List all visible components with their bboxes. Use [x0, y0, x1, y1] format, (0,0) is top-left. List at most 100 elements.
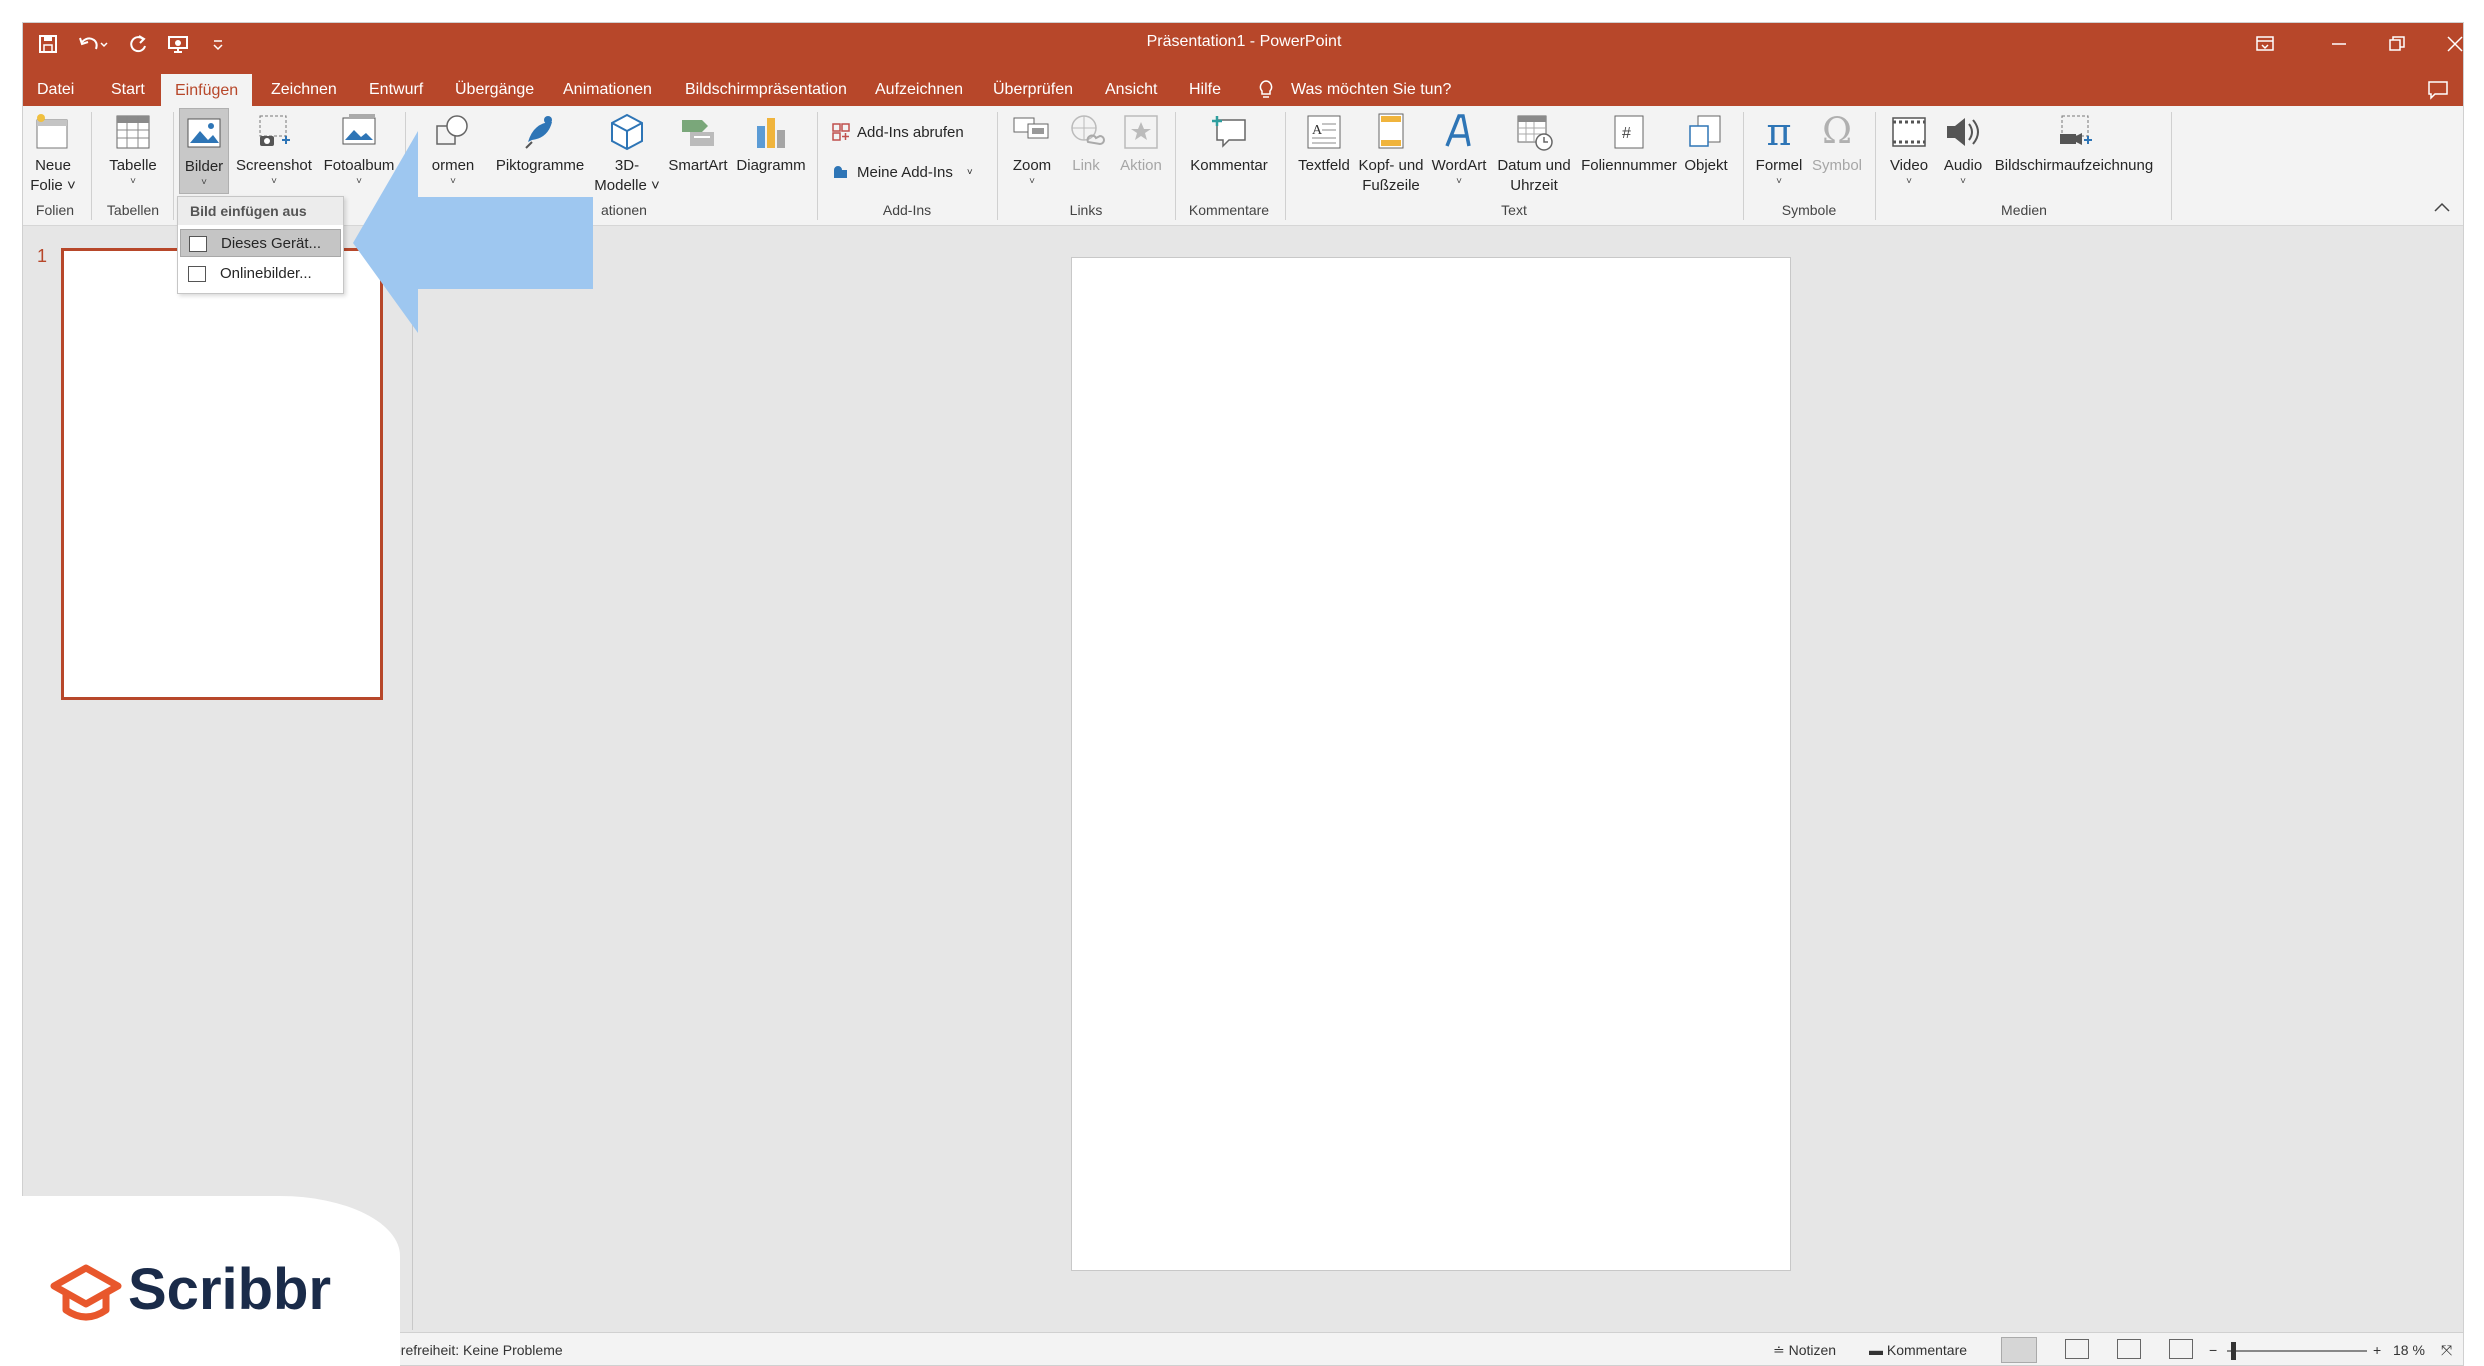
- kommentar-button[interactable]: Kommentar: [1183, 112, 1275, 176]
- ribbon-display-icon[interactable]: [2245, 27, 2285, 61]
- foliennummer-button[interactable]: # Foliennummer: [1579, 112, 1679, 176]
- video-label: Video: [1889, 157, 1929, 174]
- diagramm-button[interactable]: Diagramm: [733, 112, 809, 176]
- smartart-label: SmartArt: [668, 157, 728, 174]
- separator: [817, 112, 818, 220]
- chevron-down-icon: ˅: [1960, 176, 1966, 187]
- wordart-label: WordArt: [1431, 157, 1487, 174]
- group-add-ins: Add-Ins: [882, 202, 932, 218]
- formel-label: Formel: [1755, 157, 1803, 174]
- group-kommentare: Kommentare: [1188, 202, 1270, 218]
- tab-bildschirmpraesentation[interactable]: Bildschirmpräsentation: [685, 73, 847, 106]
- datum-uhrzeit-button[interactable]: Datum und Uhrzeit: [1489, 112, 1579, 196]
- foliennummer-label: Foliennummer: [1581, 157, 1677, 174]
- link-button[interactable]: Link: [1059, 112, 1113, 176]
- separator: [2171, 112, 2172, 220]
- tab-aufzeichnen[interactable]: Aufzeichnen: [875, 73, 963, 106]
- date-time-icon: [1514, 112, 1554, 152]
- add-ins-abrufen-button[interactable]: Add-Ins abrufen: [831, 122, 964, 142]
- group-text: Text: [1501, 202, 1527, 218]
- omega-icon: Ω: [1822, 111, 1852, 152]
- smartart-icon: [678, 112, 718, 152]
- normal-view-icon[interactable]: [2001, 1337, 2037, 1363]
- chart-icon: [751, 112, 791, 152]
- symbol-label: Symbol: [1811, 157, 1863, 174]
- my-addins-icon: [834, 166, 847, 178]
- meine-add-ins-button[interactable]: Meine Add-Ins ˅: [831, 162, 973, 182]
- scribbr-logo-icon: [50, 1264, 122, 1321]
- fit-slide-icon[interactable]: ⤧: [2441, 1342, 2452, 1359]
- chevron-down-icon: ˅: [1456, 176, 1462, 187]
- symbol-button[interactable]: Ω Symbol: [1807, 112, 1867, 176]
- kopf-fusszeile-label-2: Fußzeile: [1362, 177, 1420, 194]
- reading-view-icon[interactable]: [2117, 1339, 2141, 1359]
- audio-button[interactable]: Audio ˅: [1937, 112, 1989, 188]
- objekt-button[interactable]: Objekt: [1679, 112, 1733, 176]
- group-symbole: Symbole: [1781, 202, 1837, 218]
- screen-recording-icon: [2054, 112, 2094, 152]
- header-footer-icon: [1371, 112, 1411, 152]
- action-icon: [1121, 112, 1161, 152]
- lightbulb-icon: [1257, 73, 1275, 106]
- kommentare-label: Kommentare: [1886, 1342, 1968, 1358]
- svg-text:A: A: [1312, 123, 1323, 138]
- slide-sorter-icon[interactable]: [2065, 1339, 2089, 1359]
- zoom-icon: [1012, 112, 1052, 152]
- collapse-ribbon-icon[interactable]: [2433, 200, 2451, 216]
- textfeld-label: Textfeld: [1298, 157, 1350, 174]
- wordart-button[interactable]: WordArt ˅: [1427, 112, 1491, 188]
- bildschirmaufzeichnung-label: Bildschirmaufzeichnung: [1994, 157, 2154, 174]
- kommentare-button[interactable]: ▬ Kommentare: [1869, 1342, 1967, 1358]
- objekt-label: Objekt: [1684, 157, 1728, 174]
- separator: [1175, 112, 1176, 220]
- accessibility-status[interactable]: erefreiheit: Keine Probleme: [393, 1342, 563, 1358]
- slide-number-icon: #: [1609, 112, 1649, 152]
- bildschirmaufzeichnung-button[interactable]: Bildschirmaufzeichnung: [1989, 112, 2159, 176]
- slide-canvas[interactable]: [1071, 257, 1791, 1271]
- separator: [997, 112, 998, 220]
- zoom-in-icon[interactable]: +: [2373, 1342, 2381, 1358]
- comments-icon: ▬: [1869, 1342, 1887, 1358]
- meine-add-ins-label: Meine Add-Ins: [857, 163, 953, 181]
- pi-icon: π: [1766, 110, 1792, 154]
- minimize-icon[interactable]: [2319, 27, 2359, 61]
- zoom-out-icon[interactable]: −: [2209, 1342, 2217, 1358]
- powerpoint-window: Präsentation1 - PowerPoint Datei Start E…: [22, 22, 2464, 1366]
- notes-icon: ≐: [1773, 1342, 1789, 1358]
- tab-ansicht[interactable]: Ansicht: [1105, 73, 1157, 106]
- kopf-fusszeile-button[interactable]: Kopf- und Fußzeile: [1355, 112, 1427, 196]
- close-icon[interactable]: [2435, 27, 2463, 61]
- chevron-down-icon: ˅: [966, 166, 973, 178]
- tab-hilfe[interactable]: Hilfe: [1189, 73, 1221, 106]
- zoom-label: Zoom: [1012, 157, 1052, 174]
- aktion-label: Aktion: [1120, 157, 1162, 174]
- object-icon: [1686, 112, 1726, 152]
- diagramm-label: Diagramm: [736, 157, 806, 174]
- slideshow-icon[interactable]: [2169, 1339, 2193, 1359]
- comments-icon[interactable]: [2427, 73, 2449, 106]
- tell-me-search[interactable]: Was möchten Sie tun?: [1291, 73, 1451, 106]
- formel-button[interactable]: π Formel ˅: [1751, 112, 1807, 188]
- zoom-slider[interactable]: [2227, 1350, 2367, 1352]
- zoom-level[interactable]: 18 %: [2393, 1342, 2425, 1358]
- separator: [1875, 112, 1876, 220]
- kopf-fusszeile-label-1: Kopf- und: [1358, 157, 1424, 174]
- video-button[interactable]: Video ˅: [1883, 112, 1935, 188]
- aktion-button[interactable]: Aktion: [1113, 112, 1169, 176]
- link-icon: [1066, 112, 1106, 152]
- add-ins-abrufen-label: Add-Ins abrufen: [857, 123, 964, 141]
- zoom-slider-thumb[interactable]: [2231, 1342, 2236, 1360]
- chevron-down-icon: ˅: [1776, 176, 1782, 187]
- speaker-icon: [1943, 112, 1983, 152]
- restore-icon[interactable]: [2377, 27, 2417, 61]
- zoom-button[interactable]: Zoom ˅: [1007, 112, 1057, 188]
- datum-uhrzeit-label-2: Uhrzeit: [1510, 177, 1558, 194]
- screenshot-canvas: Präsentation1 - PowerPoint Datei Start E…: [0, 0, 2484, 1366]
- smartart-button[interactable]: SmartArt: [665, 112, 731, 176]
- notizen-button[interactable]: ≐ Notizen: [1773, 1342, 1836, 1359]
- slide-thumbnail-pane: 1: [23, 226, 413, 1330]
- notizen-label: Notizen: [1788, 1342, 1837, 1358]
- textfeld-button[interactable]: A Textfeld: [1293, 112, 1355, 176]
- video-icon: [1889, 112, 1929, 152]
- tab-ueberpruefen[interactable]: Überprüfen: [993, 73, 1073, 106]
